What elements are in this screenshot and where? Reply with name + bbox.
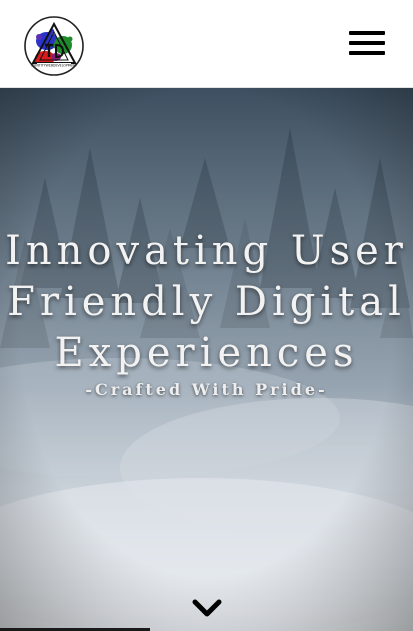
hero-section: Innovating User Friendly Digital Experie… [0, 88, 413, 631]
hamburger-menu-icon[interactable] [349, 29, 385, 59]
menu-bar-top [349, 31, 385, 35]
paint-splash-logo-icon: IDENTITYWEBDEVELOPMENT [24, 16, 84, 76]
logo[interactable]: IDENTITYWEBDEVELOPMENT [23, 15, 85, 77]
headline-line-1: Innovating User [5, 228, 408, 274]
menu-bar-bottom [349, 51, 385, 55]
headline-line-3: Experiences [54, 330, 359, 376]
headline-line-2: Friendly Digital [7, 279, 406, 325]
hero-headline: Innovating User Friendly Digital Experie… [0, 226, 413, 379]
menu-bar-middle [349, 41, 385, 45]
site-header: IDENTITYWEBDEVELOPMENT [0, 0, 413, 88]
hero-tagline: -Crafted With Pride- [85, 380, 328, 399]
logo-text: IDENTITYWEBDEVELOPMENT [31, 64, 77, 68]
chevron-down-icon[interactable] [191, 596, 223, 622]
